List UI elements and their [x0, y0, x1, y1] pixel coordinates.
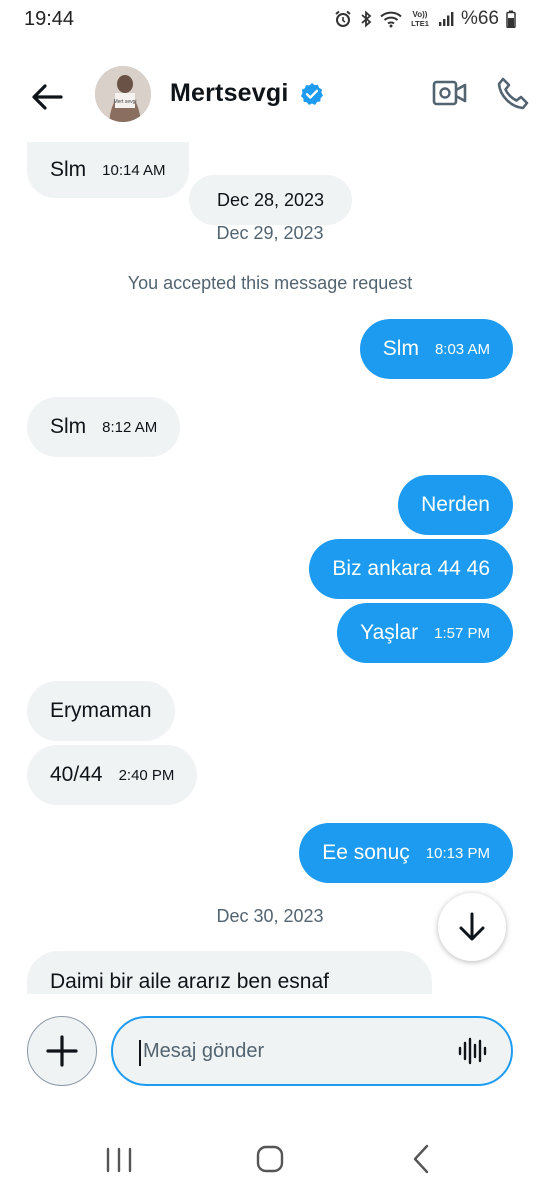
status-icons: Vo)) LTE1 %66 — [334, 6, 516, 32]
message-time: 8:12 AM — [102, 418, 158, 436]
date-separator: Dec 28, 2023 — [189, 175, 352, 225]
message-text: Ee sonuç — [322, 841, 410, 864]
add-media-button[interactable] — [27, 1016, 97, 1086]
system-notice: You accepted this message request — [127, 273, 413, 293]
phone-icon — [497, 77, 529, 110]
avatar[interactable]: Mert sevgi — [95, 66, 151, 122]
scroll-to-bottom-button[interactable] — [438, 893, 506, 961]
avatar-photo: Mert sevgi — [95, 66, 151, 122]
svg-text:LTE1: LTE1 — [411, 19, 429, 28]
battery-percent: %66 — [460, 8, 499, 29]
plus-icon — [46, 1035, 78, 1067]
waveform-icon — [458, 1037, 487, 1065]
recents-icon — [106, 1147, 132, 1173]
contact-name[interactable]: Mertsevgi — [170, 79, 289, 108]
message-text: Slm — [50, 415, 87, 438]
message-outgoing[interactable]: Biz ankara 44 46 — [309, 539, 513, 599]
date-separator: Dec 30, 2023 — [216, 906, 324, 926]
volte-icon: Vo)) LTE1 — [409, 9, 431, 29]
message-text: Yaşlar — [360, 621, 419, 644]
message-composer: Mesaj gönder — [0, 1015, 540, 1087]
message-input-placeholder: Mesaj gönder — [143, 1040, 265, 1062]
message-time: 1:57 PM — [434, 624, 490, 642]
system-navigation-bar — [0, 1130, 540, 1190]
date-separator: Dec 29, 2023 — [216, 223, 324, 243]
home-button[interactable] — [256, 1145, 284, 1178]
bluetooth-icon — [359, 10, 373, 28]
video-call-button[interactable] — [430, 76, 470, 110]
home-icon — [256, 1145, 284, 1173]
battery-icon — [506, 10, 516, 28]
wifi-icon — [380, 10, 402, 28]
arrow-down-icon — [459, 912, 485, 941]
svg-text:Mert sevgi: Mert sevgi — [113, 99, 136, 105]
date-text: Dec 28, 2023 — [216, 189, 325, 210]
conversation-header: Mert sevgi Mertsevgi — [0, 52, 540, 142]
svg-text:Vo)): Vo)) — [412, 10, 427, 19]
message-text: Daimi bir aile ararız ben esnaf — [50, 970, 329, 993]
message-time: 10:13 PM — [425, 844, 490, 862]
message-text: Slm — [382, 337, 419, 360]
message-incoming[interactable]: Daimi bir aile ararız ben esnaf — [27, 951, 432, 994]
message-input[interactable]: Mesaj gönder — [111, 1016, 513, 1086]
voice-call-button[interactable] — [493, 74, 533, 114]
recent-apps-button[interactable] — [104, 1146, 134, 1179]
message-time: 10:14 AM — [102, 161, 166, 179]
message-time: 8:03 AM — [434, 340, 490, 358]
message-incoming[interactable]: Slm 8:12 AM — [27, 397, 181, 457]
message-text: 40/44 — [50, 763, 103, 786]
message-text: Biz ankara 44 46 — [332, 557, 490, 580]
status-bar: 19:44 Vo)) LTE1 %66 — [0, 0, 540, 40]
alarm-icon — [334, 10, 352, 28]
back-button[interactable] — [22, 74, 72, 120]
message-incoming[interactable]: 40/44 2:40 PM — [27, 745, 198, 805]
system-back-button[interactable] — [410, 1143, 432, 1180]
status-time: 19:44 — [24, 8, 75, 30]
message-time: 2:40 PM — [118, 766, 175, 784]
text-caret — [139, 1040, 141, 1066]
message-text: Slm — [50, 158, 87, 181]
message-outgoing[interactable]: Ee sonuç 10:13 PM — [299, 823, 513, 883]
signal-icon — [438, 11, 454, 27]
message-incoming[interactable]: Slm 10:14 AM — [27, 142, 189, 198]
message-text: Erymaman — [50, 699, 152, 722]
message-text: Nerden — [421, 493, 490, 516]
chevron-left-icon — [413, 1144, 429, 1174]
message-outgoing[interactable]: Yaşlar 1:57 PM — [337, 603, 513, 663]
voice-message-button[interactable] — [457, 1036, 487, 1066]
message-outgoing[interactable]: Nerden — [398, 475, 513, 535]
message-outgoing[interactable]: Slm 8:03 AM — [359, 319, 513, 379]
video-camera-icon — [432, 80, 467, 106]
message-incoming[interactable]: Erymaman — [27, 681, 175, 741]
arrow-left-icon — [32, 84, 63, 110]
verified-badge-icon — [300, 82, 324, 106]
message-list[interactable]: Slm 10:14 AM Dec 28, 2023 Dec 29, 2023 Y… — [0, 142, 540, 994]
